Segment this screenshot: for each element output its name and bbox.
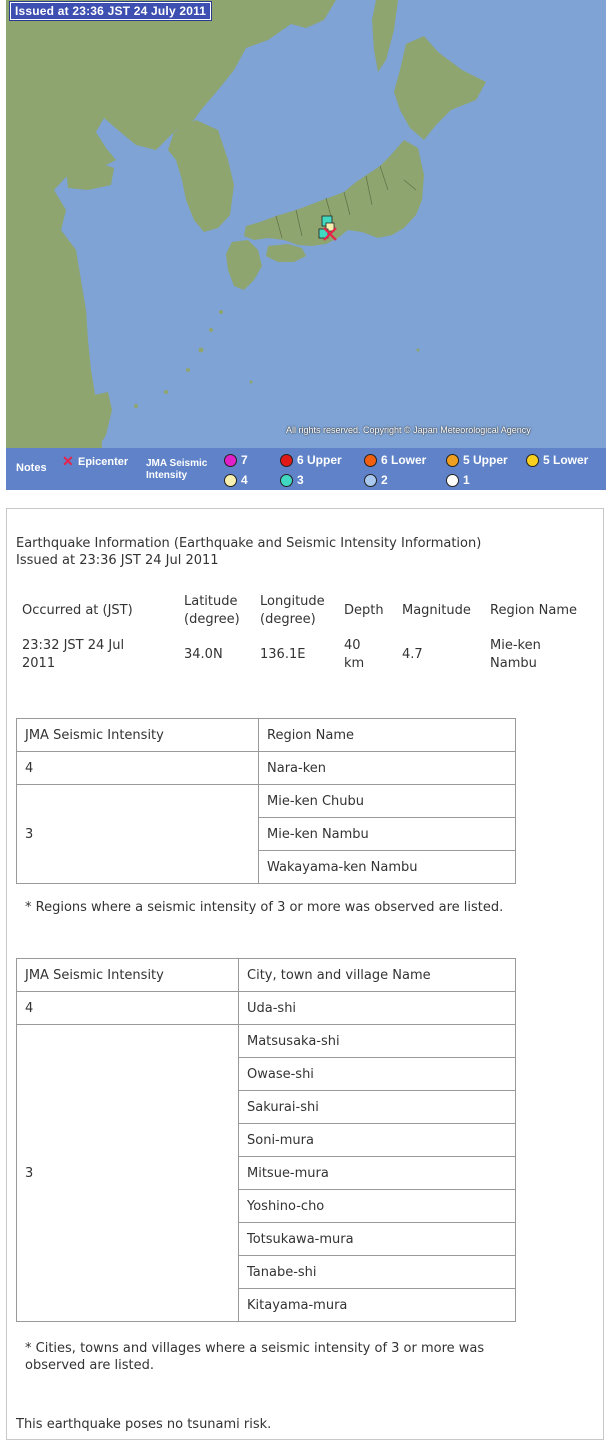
legend-item-5-upper: 5 Upper — [446, 453, 508, 467]
intensity-cell: 3 — [16, 1024, 239, 1322]
intensity-3-dot-icon — [280, 473, 293, 487]
legend-jma-line2: Intensity — [146, 470, 188, 481]
region-note: * Regions where a seismic intensity of 3… — [25, 900, 504, 915]
map-legend: Notes ✕ Epicenter JMA Seismic Intensity … — [6, 448, 606, 490]
intensity-5-lower-dot-icon — [526, 453, 539, 467]
city-note-line2: observed are listed. — [25, 1358, 155, 1373]
summary-header-row: Occurred at (JST) Latitude (degree) Longi… — [16, 589, 596, 633]
city-name-cell: Totsukawa-mura — [238, 1222, 516, 1256]
legend-item-3: 3 — [280, 473, 304, 487]
col-latitude: Latitude (degree) — [184, 594, 240, 627]
intensity-1-dot-icon — [446, 473, 459, 487]
epicenter-map: Issued at 23:36 JST 24 July 2011 All rig… — [6, 0, 606, 490]
tsunami-notice: This earthquake poses no tsunami risk. — [16, 1417, 272, 1432]
legend-item-label: 1 — [463, 473, 470, 487]
city-col-name: City, town and village Name — [238, 958, 516, 992]
legend-item-label: 4 — [241, 473, 248, 487]
legend-item-7: 7 — [224, 453, 248, 467]
table-header-row: JMA Seismic Intensity City, town and vil… — [16, 958, 516, 992]
table-header-row: JMA Seismic Intensity Region Name — [16, 718, 516, 752]
col-occurred: Occurred at (JST) — [22, 603, 133, 618]
city-name-cell: Owase-shi — [238, 1057, 516, 1091]
magnitude-value: 4.7 — [402, 647, 423, 662]
legend-item-label: 5 Lower — [543, 453, 589, 467]
table-row: 3 Matsusaka-shi — [16, 1024, 516, 1322]
table-row: 3 Mie-ken Chubu — [16, 784, 516, 884]
legend-notes-label: Notes — [16, 462, 47, 474]
city-name-cell: Tanabe-shi — [238, 1255, 516, 1289]
epicenter-icon: ✕ — [62, 453, 74, 469]
city-note: * Cities, towns and villages where a sei… — [25, 1340, 484, 1374]
issued-timestamp-badge: Issued at 23:36 JST 24 July 2011 — [8, 1, 213, 21]
col-depth: Depth — [344, 603, 384, 618]
legend-epicenter-label: Epicenter — [78, 456, 129, 468]
intensity-6-lower-dot-icon — [364, 453, 377, 467]
city-name-cell: Uda-shi — [238, 991, 516, 1025]
intensity-2-dot-icon — [364, 473, 377, 487]
intensity-cell: 4 — [16, 991, 239, 1025]
city-note-line1: * Cities, towns and villages where a sei… — [25, 1341, 485, 1356]
col-region: Region Name — [490, 603, 577, 618]
intensity-5-upper-dot-icon — [446, 453, 459, 467]
legend-item-5-lower: 5 Lower — [526, 453, 588, 467]
region-name-cell: Mie-ken Chubu — [258, 784, 516, 818]
legend-jma-line1: JMA Seismic — [146, 458, 208, 469]
info-title: Earthquake Information (Earthquake and S… — [16, 536, 482, 551]
col-magnitude: Magnitude — [402, 603, 471, 618]
intensity-6-upper-dot-icon — [280, 453, 293, 467]
intensity-4-dot-icon — [224, 473, 237, 487]
info-header: Earthquake Information (Earthquake and S… — [16, 535, 481, 569]
legend-item-4: 4 — [224, 473, 248, 487]
legend-item-label: 7 — [241, 453, 248, 467]
occurred-value: 23:32 JST 24 Jul 2011 — [22, 638, 125, 671]
legend-jma-label: JMA Seismic Intensity — [146, 458, 207, 482]
city-name-cell: Soni-mura — [238, 1123, 516, 1157]
city-name-cell: Kitayama-mura — [238, 1288, 516, 1322]
map-image — [6, 0, 606, 448]
earthquake-summary-table: Occurred at (JST) Latitude (degree) Longi… — [16, 589, 596, 677]
intensity-cell: 3 — [16, 784, 259, 884]
summary-value-row: 23:32 JST 24 Jul 2011 34.0N 136.1E 40 km 4… — [16, 633, 596, 677]
depth-value: 40 km — [344, 638, 365, 671]
city-name-cell: Yoshino-cho — [238, 1189, 516, 1223]
legend-item-6-lower: 6 Lower — [364, 453, 426, 467]
city-col-intensity: JMA Seismic Intensity — [16, 958, 239, 992]
legend-item-label: 6 Lower — [381, 453, 427, 467]
intensity-cell: 4 — [16, 751, 259, 785]
city-name-cell: Mitsue-mura — [238, 1156, 516, 1190]
region-col-intensity: JMA Seismic Intensity — [16, 718, 259, 752]
earthquake-info-panel: Earthquake Information (Earthquake and S… — [6, 508, 604, 1440]
latitude-value: 34.0N — [184, 647, 223, 662]
region-col-name: Region Name — [258, 718, 516, 752]
legend-item-label: 3 — [297, 473, 304, 487]
intensity-7-dot-icon — [224, 453, 237, 467]
copyright-notice: All rights reserved. Copyright © Japan M… — [286, 425, 531, 435]
region-name-cell: Mie-ken Nambu — [258, 817, 516, 851]
legend-item-1: 1 — [446, 473, 470, 487]
legend-item-2: 2 — [364, 473, 388, 487]
region-intensity-table: JMA Seismic Intensity Region Name 4 Nara… — [16, 718, 516, 884]
region-name-cell: Wakayama-ken Nambu — [258, 850, 516, 884]
city-name-cell: Matsusaka-shi — [238, 1024, 516, 1058]
legend-item-6-upper: 6 Upper — [280, 453, 342, 467]
table-row: 4 Nara-ken — [16, 751, 516, 785]
table-row: 4 Uda-shi — [16, 991, 516, 1025]
city-intensity-table: JMA Seismic Intensity City, town and vil… — [16, 958, 516, 1322]
city-name-cell: Sakurai-shi — [238, 1090, 516, 1124]
region-value: Mie-ken Nambu — [490, 638, 541, 671]
region-name-cell: Nara-ken — [258, 751, 516, 785]
longitude-value: 136.1E — [260, 647, 306, 662]
info-issued: Issued at 23:36 JST 24 Jul 2011 — [16, 553, 219, 568]
legend-item-label: 5 Upper — [463, 453, 508, 467]
col-longitude: Longitude (degree) — [260, 594, 325, 627]
legend-item-label: 2 — [381, 473, 388, 487]
legend-item-label: 6 Upper — [297, 453, 342, 467]
